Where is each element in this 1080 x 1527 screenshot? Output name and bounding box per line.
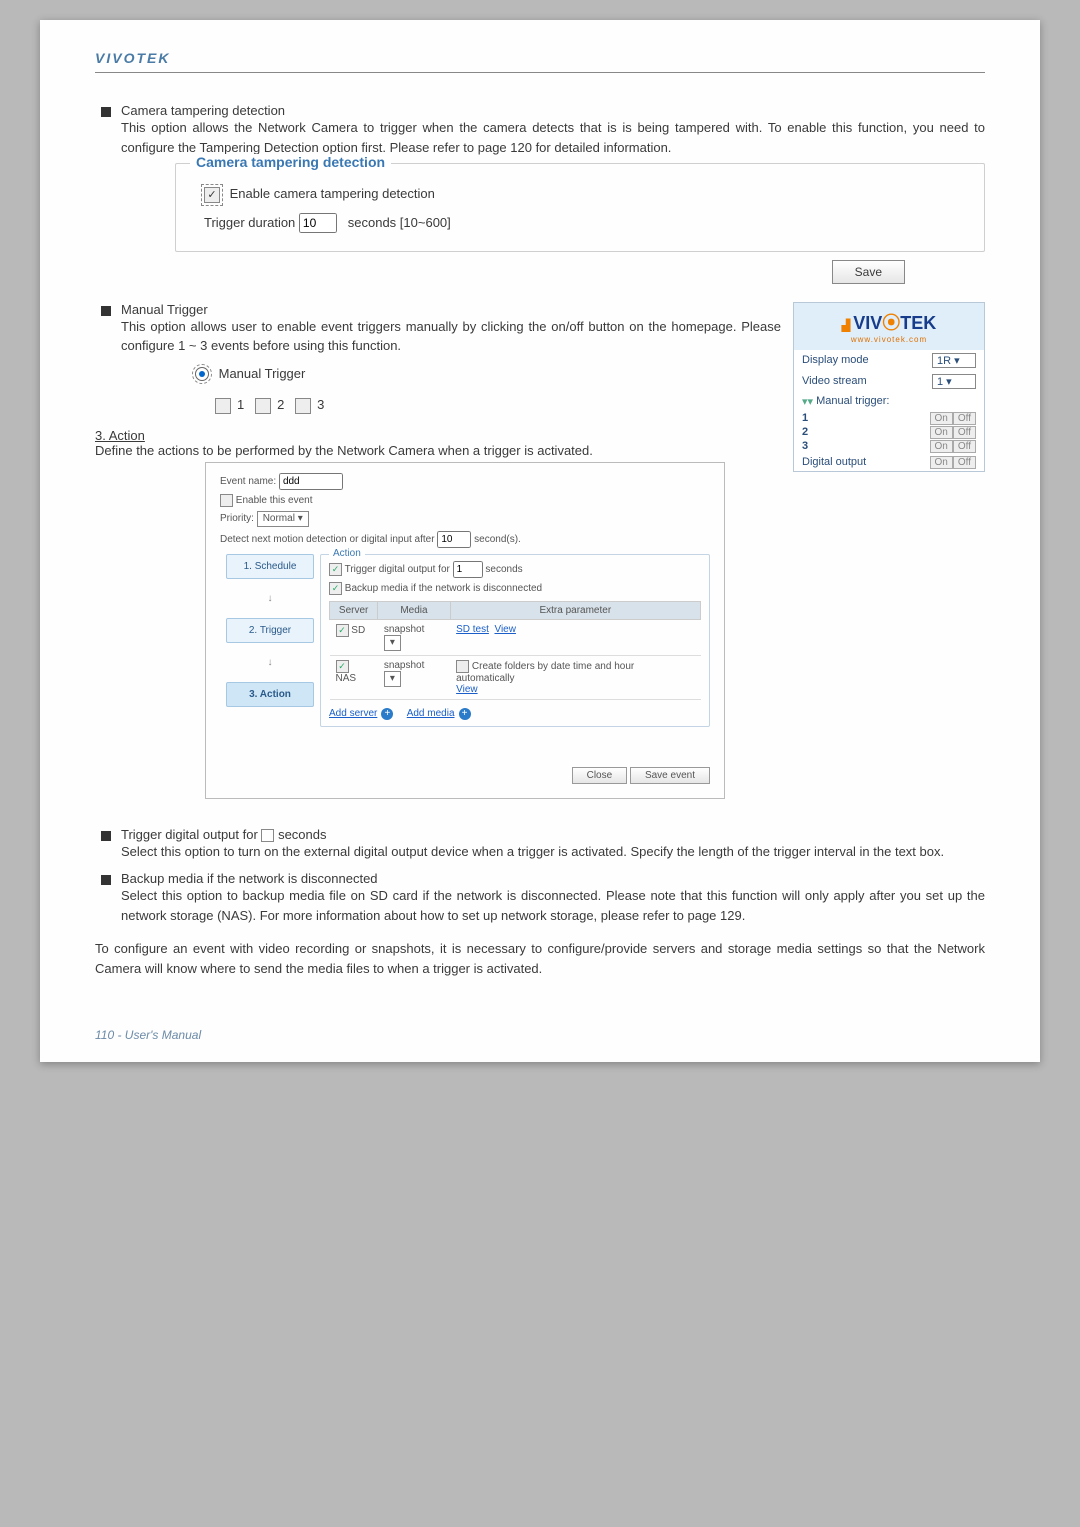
mt1-on[interactable]: On — [930, 412, 953, 425]
mt2-on[interactable]: On — [930, 426, 953, 439]
backup-check[interactable]: ✓ — [329, 582, 342, 595]
plus-icon: + — [381, 708, 393, 720]
media-select[interactable]: ▾ — [384, 671, 401, 687]
plus-icon: + — [459, 708, 471, 720]
detect-label-b: second(s). — [474, 534, 521, 545]
enable-tamper-checkbox[interactable]: ✓ — [204, 187, 220, 203]
th-server: Server — [330, 601, 378, 619]
mt-check-3[interactable] — [295, 398, 311, 414]
mt2-off[interactable]: Off — [953, 426, 976, 439]
do-on[interactable]: On — [930, 456, 953, 469]
event-name-input[interactable] — [279, 473, 343, 490]
logo-icon: ▟ — [842, 320, 850, 332]
detect-label-a: Detect next motion detection or digital … — [220, 534, 435, 545]
view-link[interactable]: View — [494, 624, 516, 635]
mt-check-2-label: 2 — [277, 397, 284, 412]
tampering-fieldset: Camera tampering detection ✓ Enable came… — [175, 163, 985, 252]
mt-check-1[interactable] — [215, 398, 231, 414]
bullet-icon — [101, 306, 111, 316]
rule — [95, 72, 985, 73]
trigger-do-check[interactable]: ✓ — [329, 563, 342, 576]
tampering-legend: Camera tampering detection — [190, 154, 391, 170]
do-off[interactable]: Off — [953, 456, 976, 469]
brand: VIVOTEK — [95, 50, 985, 66]
manual-trigger-radio[interactable] — [195, 367, 209, 381]
mt-label: Manual trigger: — [816, 395, 889, 407]
priority-label: Priority: — [220, 513, 254, 524]
trigger-do-label: Trigger digital output for — [345, 564, 450, 575]
trigger-duration-units: seconds [10~600] — [348, 215, 451, 230]
event-name-label: Event name: — [220, 476, 276, 487]
mt-row-2: 2 — [802, 426, 808, 438]
mt1-off[interactable]: Off — [953, 412, 976, 425]
vivotek-panel: ▟ VIV⦿TEK www.vivotek.com Display mode 1… — [793, 302, 985, 472]
bullet-icon — [101, 875, 111, 885]
chevron-down-icon[interactable]: ▾▾ — [802, 395, 813, 408]
enable-tamper-label: Enable camera tampering detection — [230, 186, 435, 201]
enable-event-checkbox[interactable] — [220, 494, 233, 507]
th-extra: Extra parameter — [450, 601, 700, 619]
bk-title: Backup media if the network is disconnec… — [121, 871, 378, 886]
row-nas-check[interactable]: ✓ — [336, 660, 349, 673]
save-event-button[interactable]: Save event — [630, 767, 710, 784]
trigger-do-input[interactable] — [453, 561, 483, 578]
video-stream-select[interactable]: 1 ▾ — [932, 374, 976, 389]
trigger-duration-label: Trigger duration — [204, 215, 295, 230]
view-link[interactable]: View — [456, 684, 478, 695]
event-panel: Event name: Enable this event Priority: … — [205, 462, 725, 799]
action-legend: Action — [329, 548, 365, 559]
create-folders-check[interactable] — [456, 660, 469, 673]
mt-row-1: 1 — [802, 412, 808, 424]
display-mode-select[interactable]: 1R ▾ — [932, 353, 976, 368]
logo-url: www.vivotek.com — [800, 335, 978, 344]
footer: 110 - User's Manual — [95, 1028, 985, 1042]
step-action[interactable]: 3. Action — [226, 682, 314, 707]
close-button[interactable]: Close — [572, 767, 628, 784]
priority-select[interactable]: Normal ▾ — [257, 511, 309, 527]
do-units: seconds — [278, 827, 326, 842]
tampering-title: Camera tampering detection — [121, 103, 285, 118]
mt3-off[interactable]: Off — [953, 440, 976, 453]
add-media-link[interactable]: Add media — [407, 708, 455, 719]
display-mode-label: Display mode — [802, 354, 869, 366]
manual-title: Manual Trigger — [121, 302, 208, 317]
digital-output-label: Digital output — [802, 456, 866, 468]
trigger-duration-input[interactable] — [299, 213, 337, 233]
do-body: Select this option to turn on the extern… — [121, 842, 944, 862]
backup-label: Backup media if the network is disconnec… — [345, 583, 542, 594]
action-table: Server Media Extra parameter ✓ SD snapsh… — [329, 601, 701, 700]
logo-text: VIV⦿TEK — [853, 313, 936, 333]
bullet-icon — [101, 107, 111, 117]
arrow-icon: ↓ — [268, 593, 273, 604]
table-row: ✓ NAS snapshot ▾ Create folders by date … — [330, 655, 701, 699]
manual-trigger-radio-label: Manual Trigger — [219, 366, 306, 381]
trigger-do-units: seconds — [485, 564, 522, 575]
step-schedule[interactable]: 1. Schedule — [226, 554, 314, 579]
step-trigger[interactable]: 2. Trigger — [226, 618, 314, 643]
th-media: Media — [378, 601, 450, 619]
detect-input[interactable] — [437, 531, 471, 548]
do-title: Trigger digital output for — [121, 827, 258, 842]
save-button[interactable]: Save — [832, 260, 905, 284]
video-stream-label: Video stream — [802, 375, 867, 387]
create-folders-label: Create folders by date time and hour aut… — [456, 661, 634, 684]
table-row: ✓ SD snapshot ▾ SD test View — [330, 619, 701, 655]
sd-test-link[interactable]: SD test — [456, 624, 489, 635]
arrow-icon: ↓ — [268, 657, 273, 668]
row-sd-check[interactable]: ✓ — [336, 624, 349, 637]
mt-check-3-label: 3 — [317, 397, 324, 412]
add-server-link[interactable]: Add server — [329, 708, 377, 719]
final-para: To configure an event with video recordi… — [95, 939, 985, 978]
mt3-on[interactable]: On — [930, 440, 953, 453]
bullet-icon — [101, 831, 111, 841]
media-select[interactable]: ▾ — [384, 635, 401, 651]
mt-row-3: 3 — [802, 440, 808, 452]
tampering-body: This option allows the Network Camera to… — [121, 118, 985, 157]
do-placeholder-box — [261, 829, 274, 842]
manual-body: This option allows user to enable event … — [121, 317, 781, 356]
bk-body: Select this option to backup media file … — [121, 886, 985, 925]
mt-check-1-label: 1 — [237, 397, 244, 412]
mt-check-2[interactable] — [255, 398, 271, 414]
enable-event-label: Enable this event — [236, 495, 313, 506]
